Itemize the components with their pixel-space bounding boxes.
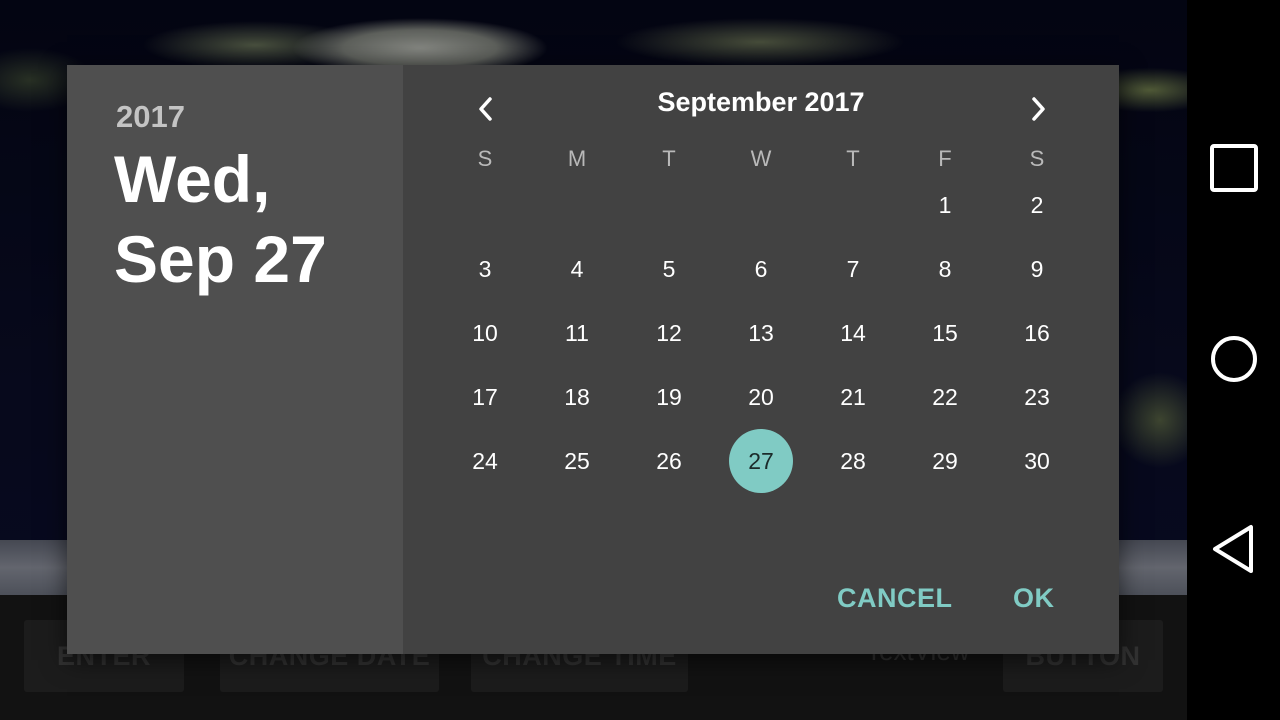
header-selected-date[interactable]: Wed, Sep 27 — [114, 139, 394, 299]
calendar-day[interactable]: 4 — [545, 237, 609, 301]
weekday-header: W — [750, 146, 772, 171]
calendar-day[interactable]: 18 — [545, 365, 609, 429]
home-button[interactable] — [1187, 329, 1280, 389]
next-month-button[interactable] — [1018, 89, 1058, 129]
chevron-right-icon — [1032, 97, 1045, 121]
weekday-header: T — [846, 146, 860, 171]
calendar-day[interactable]: 14 — [821, 301, 885, 365]
calendar-day[interactable]: 25 — [545, 429, 609, 493]
calendar-day[interactable]: 29 — [913, 429, 977, 493]
calendar-day[interactable]: 21 — [821, 365, 885, 429]
calendar-day[interactable]: 22 — [913, 365, 977, 429]
calendar-day[interactable]: 24 — [453, 429, 517, 493]
month-title: September 2017 — [657, 87, 865, 117]
weekday-header: T — [662, 146, 676, 171]
back-button[interactable] — [1187, 519, 1280, 579]
calendar-day[interactable]: 30 — [1005, 429, 1069, 493]
calendar-day-selected[interactable]: 27 — [729, 429, 793, 493]
calendar-panel: September 2017 S M T W T F S 1 2 3 4 5 6 7 8 9 10 11 12 13 1… — [403, 65, 1119, 654]
system-navigation-bar — [1187, 0, 1280, 720]
calendar-day[interactable]: 13 — [729, 301, 793, 365]
calendar-day[interactable]: 12 — [637, 301, 701, 365]
calendar-day[interactable]: 17 — [453, 365, 517, 429]
calendar-day[interactable]: 8 — [913, 237, 977, 301]
calendar-day[interactable]: 6 — [729, 237, 793, 301]
calendar-day[interactable]: 9 — [1005, 237, 1069, 301]
recents-button[interactable] — [1187, 138, 1280, 198]
calendar-day[interactable]: 3 — [453, 237, 517, 301]
back-triangle-icon — [1212, 525, 1253, 573]
date-picker-dialog: 2017 Wed, Sep 27 September 2017 SMTWTFS1… — [67, 65, 1119, 654]
calendar-day[interactable]: 26 — [637, 429, 701, 493]
calendar-day[interactable]: 7 — [821, 237, 885, 301]
weekday-header: S — [477, 146, 493, 171]
header-date-day: Sep 27 — [114, 222, 327, 296]
calendar-day[interactable]: 1 — [913, 173, 977, 237]
calendar-day[interactable]: 15 — [913, 301, 977, 365]
date-picker-header: 2017 Wed, Sep 27 — [67, 65, 403, 654]
header-year[interactable]: 2017 — [116, 99, 185, 135]
calendar-day[interactable]: 19 — [637, 365, 701, 429]
header-date-weekday: Wed, — [114, 142, 271, 216]
calendar-day[interactable]: 2 — [1005, 173, 1069, 237]
calendar-day[interactable]: 23 — [1005, 365, 1069, 429]
calendar-day[interactable]: 16 — [1005, 301, 1069, 365]
calendar-day[interactable]: 11 — [545, 301, 609, 365]
cancel-button[interactable]: CANCEL — [837, 583, 953, 614]
recents-square-icon — [1209, 144, 1258, 192]
calendar-day[interactable]: 28 — [821, 429, 885, 493]
weekday-header: M — [567, 146, 587, 171]
calendar-day[interactable]: 20 — [729, 365, 793, 429]
home-circle-icon — [1210, 336, 1257, 382]
calendar-day[interactable]: 10 — [453, 301, 517, 365]
calendar-day[interactable]: 5 — [637, 237, 701, 301]
ok-button[interactable]: OK — [1013, 583, 1055, 614]
